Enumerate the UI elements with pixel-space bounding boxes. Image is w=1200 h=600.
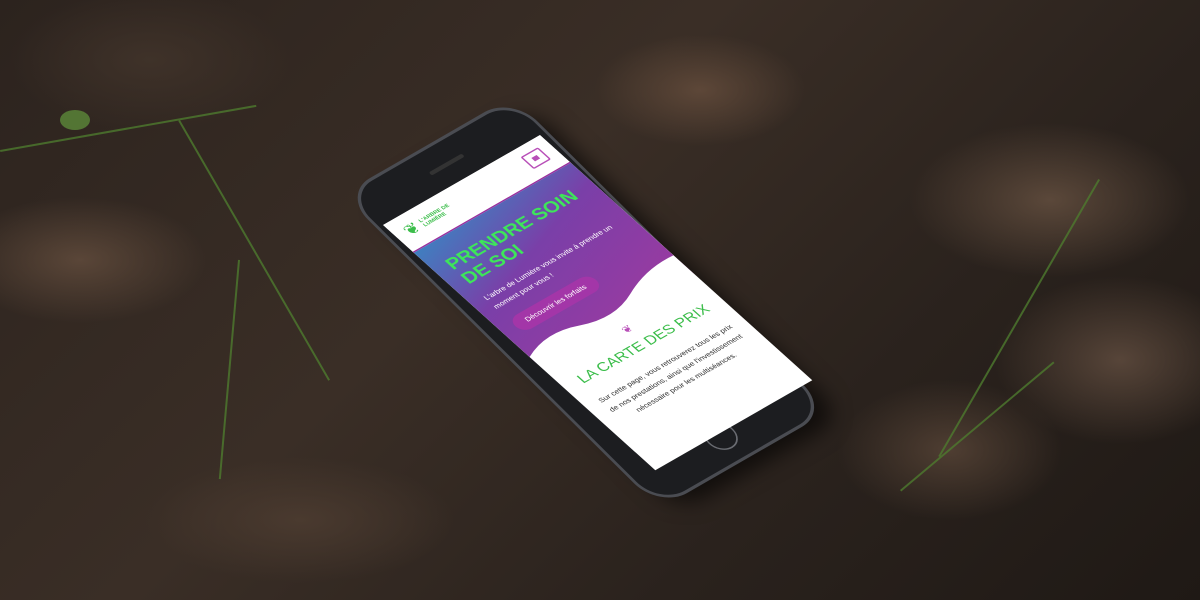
grass-blade <box>900 361 1055 492</box>
grass-blade <box>178 120 330 381</box>
logo-text: L'ARBRE DE LUMIÈRE <box>417 202 451 228</box>
hamburger-menu-icon[interactable] <box>520 147 552 170</box>
grass-blade <box>938 179 1100 458</box>
grass-blade <box>0 104 257 152</box>
phone-speaker <box>428 153 465 176</box>
leaf <box>60 110 90 130</box>
grass-blade <box>218 259 240 480</box>
